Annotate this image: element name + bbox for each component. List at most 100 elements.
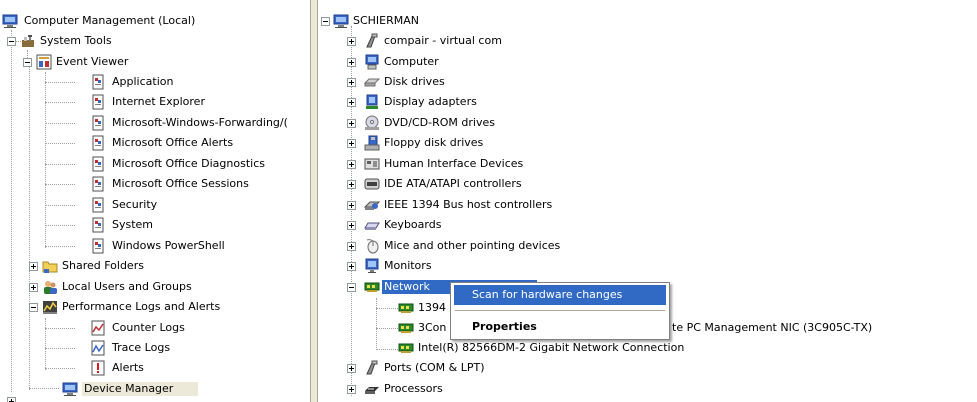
tree-item-label: Mice and other pointing devices bbox=[384, 239, 561, 252]
tree-connector bbox=[45, 246, 75, 247]
tree-item-label: Monitors bbox=[384, 259, 432, 272]
tree-item-label: SCHIERMAN bbox=[353, 14, 420, 27]
ide-controller-icon bbox=[364, 176, 380, 192]
tree-item-label: Microsoft Office Sessions bbox=[112, 177, 249, 190]
tree-item-label: Microsoft Office Alerts bbox=[112, 136, 234, 149]
device-manager-icon bbox=[62, 381, 78, 397]
expand-icon[interactable] bbox=[347, 201, 356, 210]
expand-icon[interactable] bbox=[347, 262, 356, 271]
tree-connector bbox=[45, 348, 75, 349]
expand-icon[interactable] bbox=[7, 397, 16, 402]
tree-item-label: Windows PowerShell bbox=[112, 239, 225, 252]
tree-item-label: Floppy disk drives bbox=[384, 136, 484, 149]
tools-icon bbox=[20, 33, 36, 49]
tree-connector bbox=[45, 205, 75, 206]
shared-folder-icon bbox=[42, 258, 58, 274]
expand-icon[interactable] bbox=[29, 262, 38, 271]
expand-icon[interactable] bbox=[347, 139, 356, 148]
tree-connector bbox=[45, 72, 46, 248]
computer-icon bbox=[333, 13, 349, 29]
expand-icon[interactable] bbox=[347, 37, 356, 46]
log-icon bbox=[90, 238, 106, 254]
tree-connector bbox=[29, 388, 59, 389]
network-card-icon bbox=[398, 320, 414, 336]
port-icon bbox=[364, 33, 380, 49]
tree-item-label: Microsoft-Windows-Forwarding/( bbox=[112, 116, 288, 129]
log-icon bbox=[90, 135, 106, 151]
expand-icon[interactable] bbox=[347, 180, 356, 189]
collapse-icon[interactable] bbox=[347, 283, 356, 292]
event-viewer-icon bbox=[36, 54, 52, 70]
tree-item-label: Shared Folders bbox=[62, 259, 144, 272]
hid-icon bbox=[364, 156, 380, 172]
tree-item-label-tail: te PC Management NIC (3C905C-TX) bbox=[672, 321, 873, 334]
tree-connector bbox=[45, 318, 46, 370]
tree-item-label: 3Con bbox=[418, 321, 447, 334]
keyboard-icon bbox=[364, 217, 380, 233]
tree-item-label: Processors bbox=[384, 382, 443, 395]
tree-item-label: 1394 bbox=[418, 301, 446, 314]
tree-connector bbox=[45, 184, 75, 185]
scan-for-hardware-changes-menu-item[interactable]: Scan for hardware changes bbox=[454, 285, 666, 305]
tree-connector bbox=[376, 298, 377, 350]
tree-item-label: Microsoft Office Diagnostics bbox=[112, 157, 265, 170]
log-icon bbox=[90, 94, 106, 110]
tree-item-label: Internet Explorer bbox=[112, 95, 205, 108]
collapse-icon[interactable] bbox=[321, 17, 330, 26]
tree-item-label: Display adapters bbox=[384, 95, 477, 108]
expand-icon[interactable] bbox=[347, 160, 356, 169]
log-icon bbox=[90, 197, 106, 213]
pane-splitter[interactable] bbox=[310, 0, 318, 402]
tree-item-label: Ports (COM & LPT) bbox=[384, 361, 485, 374]
collapse-icon[interactable] bbox=[23, 58, 32, 67]
tree-connector bbox=[11, 30, 12, 392]
trace-log-icon bbox=[90, 340, 106, 356]
log-icon bbox=[90, 217, 106, 233]
tree-item-label: compair - virtual com bbox=[384, 34, 502, 47]
tree-item-label: Computer bbox=[384, 55, 439, 68]
computer-icon bbox=[2, 13, 18, 29]
expand-icon[interactable] bbox=[347, 119, 356, 128]
tree-item-label: System bbox=[112, 218, 154, 231]
tree-item-label: Human Interface Devices bbox=[384, 157, 524, 170]
console-tree-pane[interactable]: Computer Management (Local) System Tools… bbox=[0, 0, 310, 402]
collapse-icon[interactable] bbox=[7, 37, 16, 46]
properties-menu-item[interactable]: Properties bbox=[454, 317, 666, 337]
network-card-icon bbox=[364, 279, 380, 295]
tree-item-label: Keyboards bbox=[384, 218, 442, 231]
dvd-drive-icon bbox=[364, 115, 380, 131]
collapse-icon[interactable] bbox=[29, 303, 38, 312]
log-icon bbox=[90, 156, 106, 172]
tree-item-label: Trace Logs bbox=[112, 341, 171, 354]
computer-category-icon bbox=[364, 54, 380, 70]
tree-connector bbox=[45, 368, 75, 369]
tree-item-label: Application bbox=[112, 75, 174, 88]
expand-icon[interactable] bbox=[347, 221, 356, 230]
expand-icon[interactable] bbox=[347, 98, 356, 107]
tree-item-label: Local Users and Groups bbox=[62, 280, 192, 293]
log-icon bbox=[90, 176, 106, 192]
tree-connector bbox=[45, 102, 75, 103]
tree-item-label: System Tools bbox=[40, 34, 112, 47]
port-icon bbox=[364, 360, 380, 376]
expand-icon[interactable] bbox=[347, 242, 356, 251]
expand-icon[interactable] bbox=[347, 385, 356, 394]
tree-item-label: IDE ATA/ATAPI controllers bbox=[384, 177, 522, 190]
performance-icon bbox=[42, 299, 58, 315]
tree-connector bbox=[45, 82, 75, 83]
network-card-icon bbox=[398, 340, 414, 356]
expand-icon[interactable] bbox=[29, 283, 38, 292]
tree-connector bbox=[45, 225, 75, 226]
device-tree-pane[interactable]: SCHIERMAN compair - virtual com Computer… bbox=[318, 0, 977, 402]
tree-connector bbox=[376, 308, 398, 309]
tree-item-label: DVD/CD-ROM drives bbox=[384, 116, 495, 129]
tree-item-label: Computer Management (Local) bbox=[24, 14, 196, 27]
tree-item-label: Counter Logs bbox=[112, 321, 185, 334]
expand-icon[interactable] bbox=[347, 58, 356, 67]
tree-item-label: Alerts bbox=[112, 361, 144, 374]
tree-item-label: Performance Logs and Alerts bbox=[62, 300, 221, 313]
ieee1394-icon bbox=[364, 197, 380, 213]
expand-icon[interactable] bbox=[347, 78, 356, 87]
expand-icon[interactable] bbox=[347, 364, 356, 373]
tree-connector bbox=[45, 328, 75, 329]
